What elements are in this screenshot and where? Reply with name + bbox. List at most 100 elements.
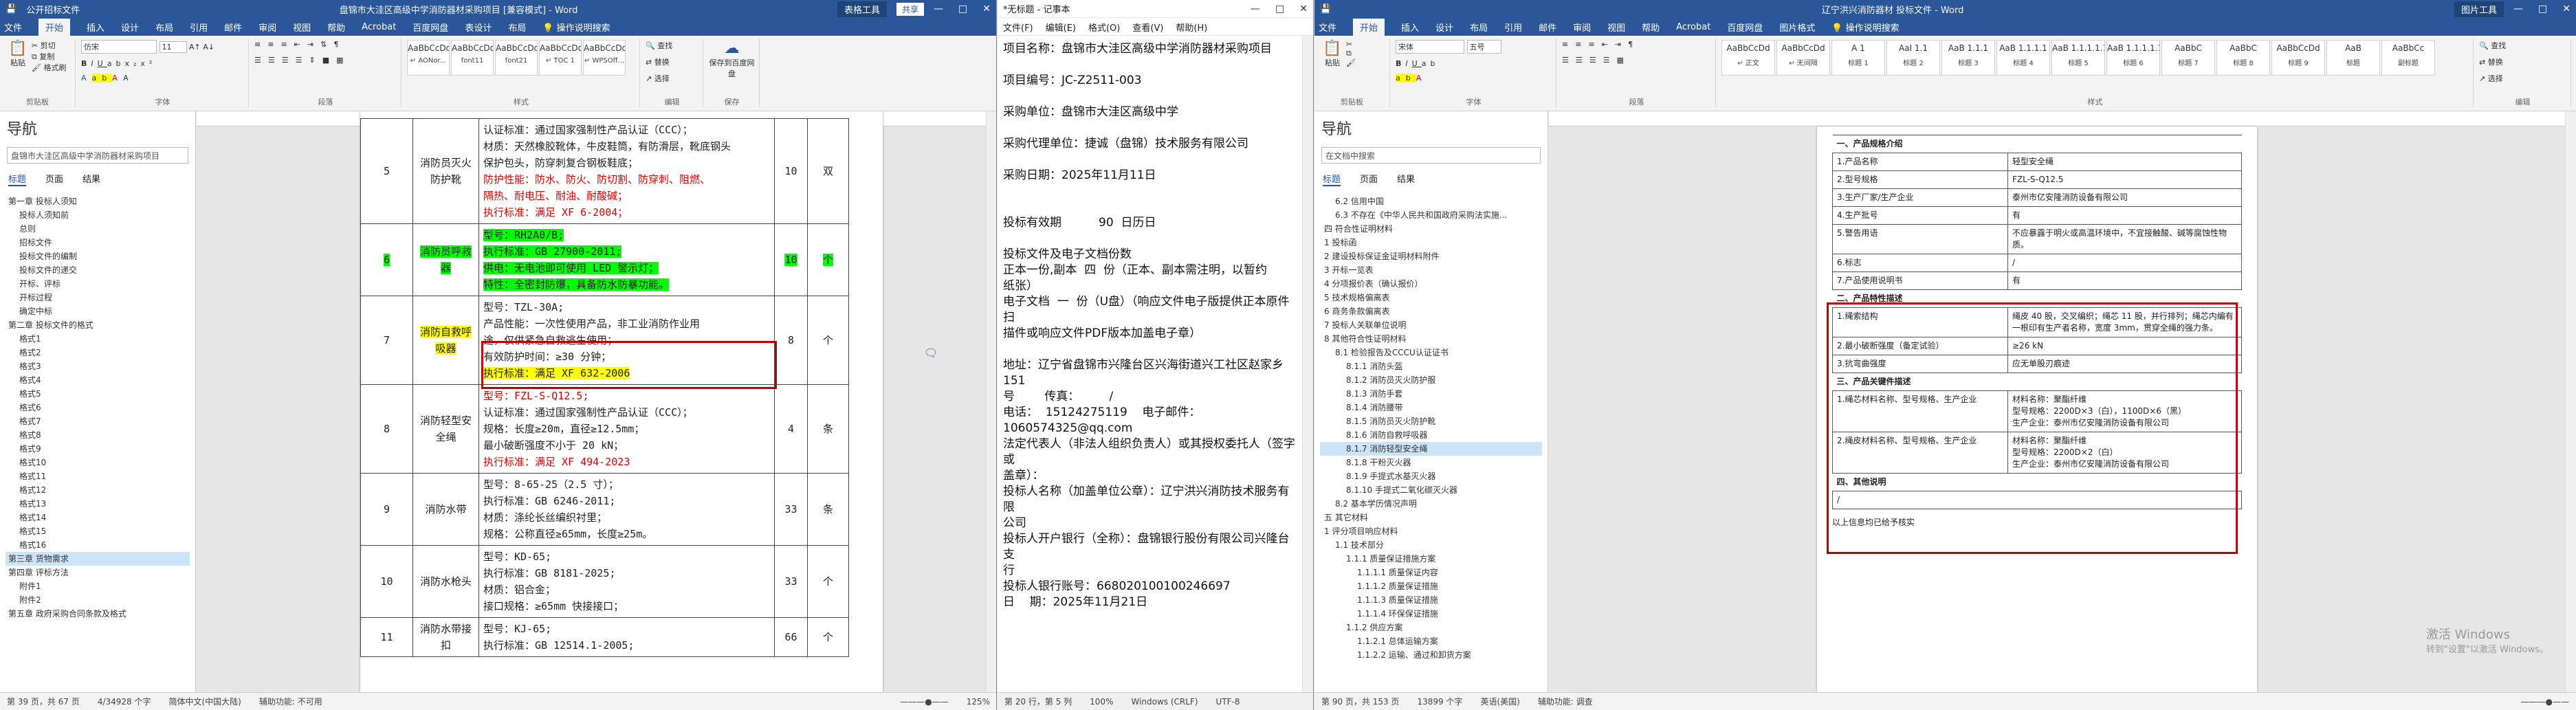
tab-help[interactable]: 帮助 [1642, 21, 1660, 34]
nav-heading-item[interactable]: 投标文件的编制 [5, 249, 190, 263]
nav-heading-item[interactable]: 总则 [5, 222, 190, 236]
nav-heading-item[interactable]: 8.1.9 手提式水基灭火器 [1320, 469, 1542, 483]
style-item[interactable]: AaBbCcDd ↵ 正文 [1721, 40, 1775, 76]
sort-icon[interactable]: ⇅ [320, 40, 333, 49]
nav-heading-item[interactable]: 8.1.8 干粉灭火器 [1320, 456, 1542, 469]
strikethrough-icon[interactable]: ab [107, 59, 125, 68]
multilevel-icon[interactable]: ≡ [280, 40, 294, 49]
nav-heading-item[interactable]: 格式14 [5, 511, 190, 524]
nav-search-input[interactable]: 在文档中搜索 [1321, 147, 1541, 164]
item-number-cell[interactable]: 9 [360, 473, 413, 546]
menu-edit[interactable]: 编辑(E) [1046, 21, 1076, 34]
nav-heading-item[interactable]: 附件2 [5, 593, 190, 607]
spec-cell[interactable]: 型号：RH2A0/B; 执行标准：GB 27900-2011; 供电：无电池即可使用… [478, 223, 775, 296]
subscript-icon[interactable]: x₂ [124, 59, 140, 68]
nav-heading-item[interactable]: 格式15 [5, 524, 190, 538]
item-name-cell[interactable]: 消防水枪头 [412, 545, 479, 618]
tab-insert[interactable]: 插入 [1401, 21, 1419, 34]
maximize-icon[interactable]: □ [2538, 3, 2547, 14]
align-center-icon[interactable]: ☰ [268, 56, 282, 65]
nav-heading-item[interactable]: 开标、评标 [5, 277, 190, 291]
menu-view[interactable]: 查看(V) [1132, 21, 1163, 34]
nav-heading-item[interactable]: 投标人须知前 [5, 208, 190, 222]
quantity-cell[interactable]: 10 [774, 118, 808, 224]
font-size-select[interactable]: 11 [159, 41, 187, 53]
maximize-icon[interactable]: □ [1275, 3, 1284, 14]
nav-heading-item[interactable]: 格式11 [5, 469, 190, 483]
share-button[interactable]: 共享 [896, 2, 925, 16]
tab-picture-format[interactable]: 图片格式 [1779, 21, 1815, 34]
highlight-icon[interactable]: ab [1396, 74, 1416, 82]
minimize-icon[interactable]: — [1251, 3, 1260, 14]
cloud-icon[interactable]: ☁ [709, 40, 755, 57]
tab-table-design[interactable]: 表设计 [465, 21, 492, 34]
unit-cell[interactable]: 条 [807, 473, 849, 546]
minimize-icon[interactable]: — [2513, 3, 2523, 14]
increase-indent-icon[interactable]: ⇥ [1615, 40, 1628, 49]
nav-heading-item[interactable]: 格式16 [5, 538, 190, 552]
justify-icon[interactable]: ☰ [1603, 56, 1617, 65]
numbering-icon[interactable]: ≡ [267, 40, 280, 49]
tab-mailings[interactable]: 邮件 [1539, 21, 1556, 34]
italic-icon[interactable]: I [91, 59, 97, 68]
quantity-cell[interactable]: 66 [774, 617, 808, 657]
increase-indent-icon[interactable]: ⇥ [307, 40, 320, 49]
quantity-cell[interactable]: 10 [774, 223, 808, 296]
font-size-select[interactable]: 五号 [1466, 40, 1501, 54]
nav-heading-item[interactable]: 第三章 货物需求 [5, 552, 190, 566]
align-right-icon[interactable]: ☰ [282, 56, 296, 65]
item-name-cell[interactable]: 消防员呼救器 [412, 223, 479, 296]
align-center-icon[interactable]: ☰ [1576, 56, 1589, 65]
nav-heading-item[interactable]: 1.1.2 供应方案 [1320, 621, 1542, 634]
quantity-cell[interactable]: 33 [774, 473, 808, 546]
tab-acrobat[interactable]: Acrobat [1676, 22, 1710, 32]
font-color-icon[interactable]: A [1416, 74, 1427, 82]
tab-acrobat[interactable]: Acrobat [362, 22, 396, 32]
tab-design[interactable]: 设计 [121, 21, 139, 34]
select-button[interactable]: ↗ 选择 [2479, 73, 2566, 84]
baidu-save-button[interactable]: 保存到百度网盘 [709, 57, 755, 79]
tab-file[interactable]: 文件 [1319, 21, 1336, 34]
nav-heading-item[interactable]: 第四章 评标方法 [5, 566, 190, 579]
justify-icon[interactable]: ☰ [296, 56, 309, 65]
unit-cell[interactable]: 个 [807, 545, 849, 618]
menu-file[interactable]: 文件(F) [1003, 21, 1033, 34]
vertical-scrollbar[interactable] [1302, 36, 1313, 692]
nav-heading-item[interactable]: 1.1.1.3 质量保证措施 [1320, 593, 1542, 607]
tab-baidu[interactable]: 百度网盘 [412, 21, 448, 34]
item-number-cell[interactable]: 6 [360, 223, 413, 296]
multilevel-icon[interactable]: ≡ [1588, 40, 1601, 49]
minimize-icon[interactable]: — [934, 3, 943, 14]
nav-heading-item[interactable]: 1.1 技术部分 [1320, 538, 1542, 552]
nav-heading-item[interactable]: 格式13 [5, 497, 190, 511]
tab-view[interactable]: 视图 [293, 21, 311, 34]
nav-heading-item[interactable]: 格式2 [5, 346, 190, 359]
spec-cell[interactable]: 认证标准：通过国家强制性产品认证（CCC）； 材质：天然橡胶靴体，牛皮鞋筒，有防滑… [478, 118, 775, 224]
save-icon[interactable]: 💾 [1320, 4, 1331, 14]
nav-heading-item[interactable]: 格式1 [5, 332, 190, 346]
nav-heading-item[interactable]: 格式12 [5, 483, 190, 497]
replace-button[interactable]: ⇄ 替换 [2479, 56, 2566, 67]
style-item[interactable]: AaBbC 标题 7 [2161, 40, 2215, 76]
menu-format[interactable]: 格式(O) [1088, 21, 1120, 34]
style-item[interactable]: AaBbCcDd font21 [495, 40, 538, 76]
nav-heading-item[interactable]: 1 投标函 [1320, 236, 1542, 249]
nav-heading-item[interactable]: 8.1.10 手提式二氧化碳灭火器 [1320, 483, 1542, 497]
underline-icon[interactable]: U [1412, 59, 1422, 68]
numbering-icon[interactable]: ≡ [1575, 40, 1588, 49]
tab-layout[interactable]: 布局 [155, 21, 173, 34]
font-color-icon[interactable]: A [112, 74, 123, 82]
nav-heading-item[interactable]: 招标文件 [5, 236, 190, 249]
borders-icon[interactable]: ▦ [336, 56, 350, 65]
nav-heading-item[interactable]: 格式7 [5, 414, 190, 428]
nav-heading-item[interactable]: 确定中标 [5, 304, 190, 318]
zoom-slider[interactable]: ———●—— [900, 697, 948, 707]
font-name-select[interactable]: 仿宋 [81, 40, 157, 54]
tab-review[interactable]: 审阅 [258, 21, 276, 34]
nav-heading-item[interactable]: 6 商务条款偏离表 [1320, 304, 1542, 318]
unit-cell[interactable]: 个 [807, 223, 849, 296]
nav-heading-item[interactable]: 8.1.3 消防手套 [1320, 387, 1542, 401]
style-item[interactable]: AaBbCcDd ↵ WPSOff... [583, 40, 626, 76]
tab-references[interactable]: 引用 [1504, 21, 1522, 34]
nav-heading-item[interactable]: 6.2 信用中国 [1320, 195, 1542, 208]
